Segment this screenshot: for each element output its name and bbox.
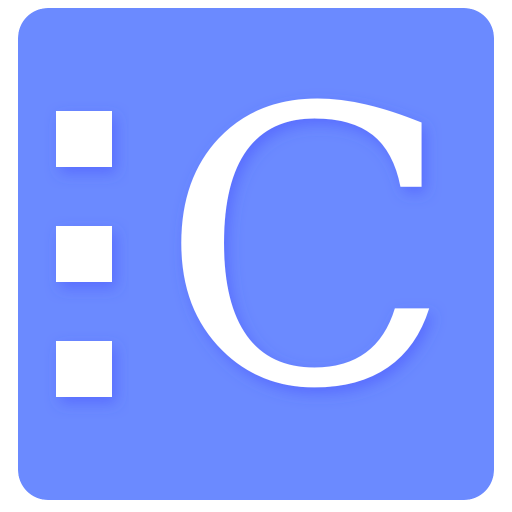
list-marker-square — [56, 341, 112, 397]
app-icon-graphic: C — [18, 8, 494, 500]
list-marker-square — [56, 226, 112, 282]
logo-letter: C — [160, 28, 452, 473]
list-markers — [56, 111, 112, 397]
list-marker-square — [56, 111, 112, 167]
app-icon-canvas: C — [0, 0, 512, 512]
app-icon-tile[interactable]: C — [18, 8, 494, 500]
